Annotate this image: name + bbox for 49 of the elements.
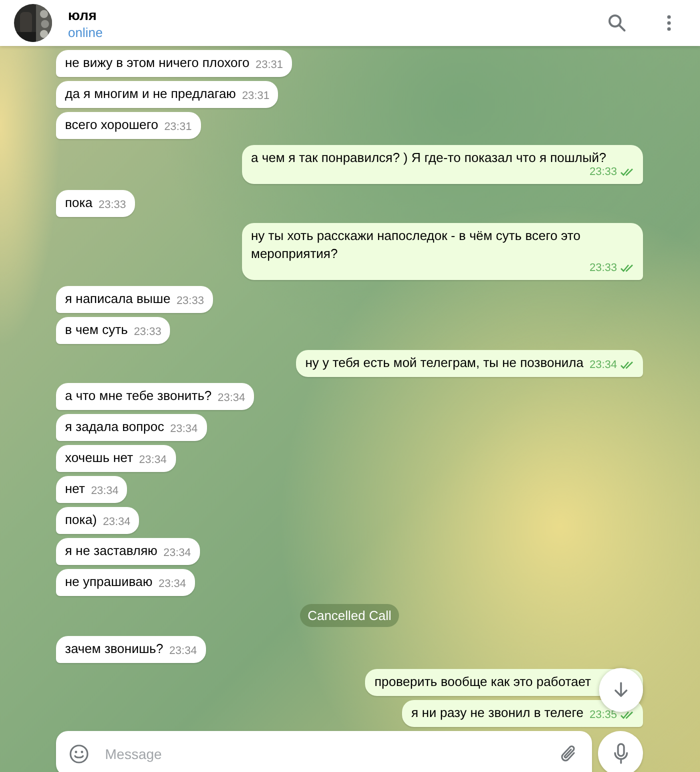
message-text: пока): [65, 511, 97, 529]
message-text: ну ты хоть расскажи напоследок - в чём суть всего это мероприятия?: [251, 227, 582, 263]
message-time: 23:31: [242, 89, 270, 103]
message-text: хочешь нет: [65, 449, 134, 467]
message-text: пока: [65, 194, 92, 212]
message-text: я написала выше: [65, 290, 170, 308]
attach-icon[interactable]: [560, 744, 578, 764]
microphone-icon: [612, 742, 628, 764]
message-text: не упрашиваю: [65, 573, 152, 591]
message-time: 23:34: [170, 422, 198, 436]
message-time: 23:33: [589, 165, 617, 179]
contact-name: юля: [68, 6, 98, 22]
message-text: а чем я так понравился? ) Я где-то показал что я пошлый?: [251, 149, 606, 167]
message-time: 23:33: [589, 261, 617, 275]
message-time: 23:34: [169, 644, 197, 658]
message-field[interactable]: Message: [56, 731, 592, 772]
contact-status: online: [68, 24, 104, 40]
message-text: зачем звонишь?: [65, 640, 164, 658]
message-time: 23:31: [164, 120, 192, 134]
message-text: всего хорошего: [65, 116, 158, 134]
search-icon: [608, 14, 626, 32]
smiley-icon[interactable]: [69, 744, 89, 764]
message-time: 23:33: [134, 325, 162, 339]
message-time: 23:34: [102, 515, 130, 529]
message-time: 23:34: [589, 358, 617, 372]
message-time: 23:34: [163, 546, 191, 560]
message-time: 23:34: [158, 577, 186, 591]
message-text: да я многим и не предлагаю: [65, 85, 236, 103]
message-time: 23:34: [218, 391, 246, 405]
message-time: 23:33: [98, 198, 126, 212]
message-text: ну у тебя есть мой телеграм, ты не позвонила: [305, 354, 584, 372]
message-text: проверить вообще как это работает: [374, 673, 591, 691]
message-time: 23:34: [139, 453, 167, 467]
message-text: не вижу в этом ничего плохого: [65, 54, 250, 72]
more-icon: [667, 15, 671, 31]
message-input[interactable]: Message: [103, 744, 546, 762]
message-text: в чем суть: [65, 321, 128, 339]
arrow-down-icon: [614, 682, 628, 698]
message-text: я не заставляю: [65, 542, 158, 560]
message-time: 23:31: [255, 58, 283, 72]
message-time: 23:34: [90, 484, 118, 498]
message-text: я задала вопрос: [65, 418, 164, 436]
message-time: 23:33: [176, 294, 204, 308]
message-text: я ни разу не звонил в телеге: [411, 704, 584, 722]
service-message: Cancelled Call: [300, 604, 400, 627]
message-text: а что мне тебе звонить?: [65, 387, 212, 405]
message-text: нет: [65, 480, 85, 498]
message-time: 23:35: [589, 708, 617, 722]
voice-button[interactable]: [598, 731, 643, 772]
